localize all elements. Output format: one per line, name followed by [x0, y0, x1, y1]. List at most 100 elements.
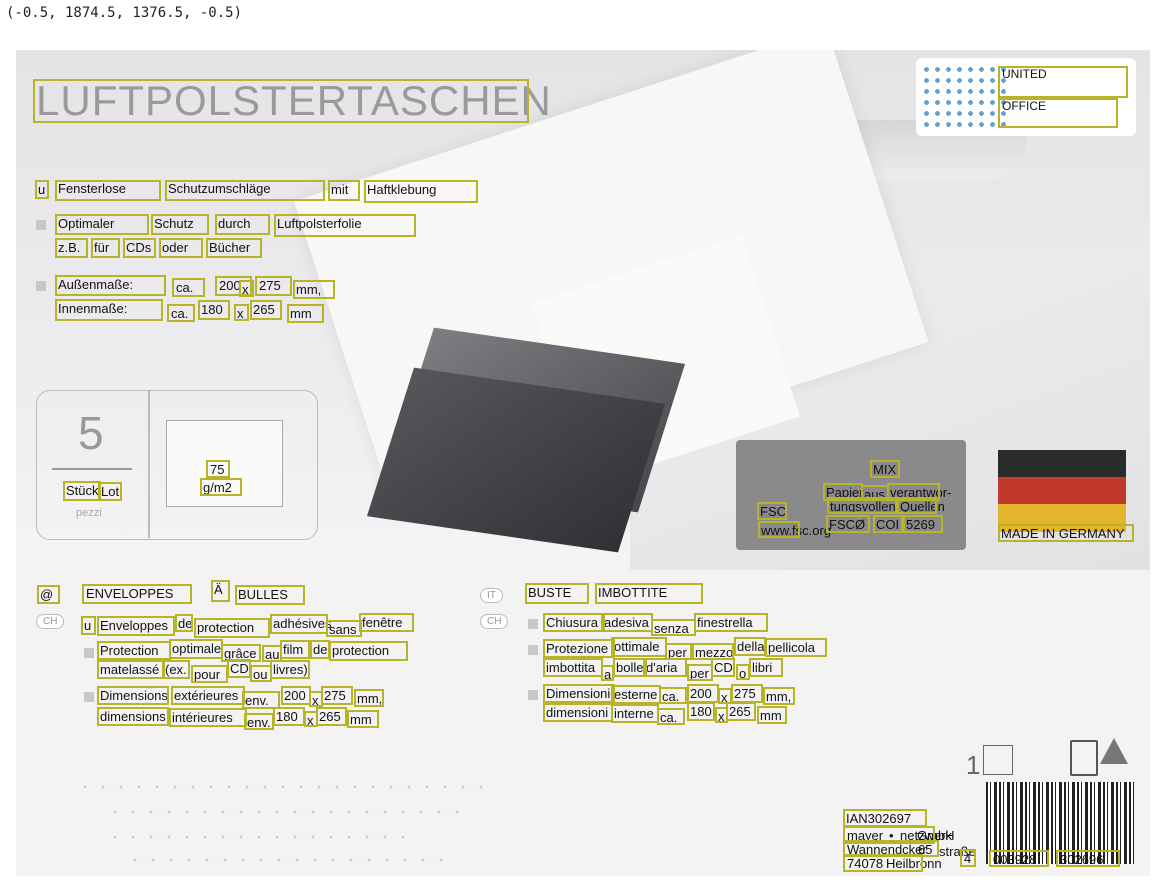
text-box — [711, 658, 735, 677]
text-box — [274, 214, 416, 237]
text-box — [97, 707, 169, 726]
trash-bin-icon — [1070, 740, 1098, 776]
text-box — [81, 616, 96, 635]
text-box — [749, 658, 783, 677]
text-box — [543, 658, 603, 677]
it-badge: IT — [480, 588, 503, 603]
text-box — [206, 238, 262, 258]
text-box — [200, 478, 242, 496]
bullet-square-icon — [36, 281, 46, 291]
quantity-number: 5 — [78, 407, 104, 459]
text-box — [736, 664, 750, 680]
text-box — [169, 708, 247, 727]
text-box — [171, 686, 245, 705]
text-box — [215, 214, 270, 235]
text-box — [359, 613, 414, 632]
text-box — [903, 515, 943, 533]
quantity-word-pezzi: pezzi — [76, 507, 102, 519]
german-flag-icon — [998, 450, 1126, 532]
text-box — [329, 641, 408, 661]
text-box — [543, 639, 615, 658]
text-box — [33, 79, 529, 123]
text-box — [175, 614, 193, 632]
text-box — [55, 299, 163, 321]
text-box — [347, 710, 379, 728]
text-box — [63, 481, 101, 501]
text-box — [897, 497, 937, 514]
text-box — [165, 180, 325, 201]
dot-pattern — [76, 785, 496, 789]
bullet-square-icon — [84, 692, 94, 702]
text-box — [757, 502, 787, 520]
text-box — [198, 300, 230, 320]
dot-pattern — [106, 810, 466, 814]
text-box — [281, 686, 311, 705]
text-box — [316, 707, 347, 726]
text-box — [123, 238, 156, 258]
text-box — [998, 98, 1118, 128]
text-box — [694, 613, 768, 632]
text-box — [998, 66, 1128, 98]
text-box — [159, 238, 203, 258]
text-box — [328, 180, 360, 201]
text-box — [734, 637, 766, 656]
text-box — [870, 460, 900, 478]
text-box — [211, 580, 230, 602]
text-box — [55, 275, 166, 296]
text-box — [543, 613, 605, 632]
count-square-icon — [983, 745, 1013, 775]
text-box — [687, 664, 713, 681]
text-box — [162, 660, 190, 679]
text-box — [758, 521, 800, 538]
text-box — [843, 854, 923, 872]
text-box — [234, 304, 249, 321]
text-box — [354, 689, 384, 707]
text-box — [326, 620, 362, 637]
text-box — [206, 460, 230, 478]
text-box — [255, 276, 292, 296]
text-box — [611, 704, 659, 723]
text-box — [55, 180, 161, 201]
bullet-square-icon — [528, 645, 538, 655]
text-box — [765, 638, 827, 657]
text-box — [643, 658, 687, 677]
text-box — [321, 686, 353, 705]
text-box — [55, 214, 149, 235]
text-box — [873, 515, 903, 533]
text-box — [91, 238, 120, 258]
text-box — [35, 180, 49, 199]
text-box — [227, 659, 251, 678]
dot-pattern — [126, 858, 456, 862]
text-box — [726, 702, 756, 721]
text-box — [97, 616, 175, 636]
dot-pattern — [106, 835, 406, 839]
text-box — [280, 640, 310, 659]
text-box — [543, 703, 613, 722]
text-box — [37, 585, 60, 604]
text-box — [1056, 850, 1120, 867]
text-box — [151, 214, 209, 235]
text-box — [239, 280, 254, 297]
text-box — [55, 238, 88, 258]
text-box — [843, 809, 927, 827]
text-box — [97, 686, 169, 705]
text-box — [235, 585, 305, 605]
text-box — [651, 619, 696, 636]
text-box — [250, 300, 282, 320]
text-box — [273, 707, 305, 726]
bullet-square-icon — [528, 690, 538, 700]
text-box — [960, 849, 976, 867]
text-box — [172, 278, 205, 297]
text-box — [659, 687, 687, 704]
text-box — [525, 583, 589, 604]
text-box — [989, 850, 1049, 867]
text-box — [191, 665, 228, 683]
text-box — [826, 515, 870, 533]
text-box — [270, 660, 310, 679]
text-box — [194, 618, 270, 638]
text-box — [82, 584, 192, 604]
text-box — [310, 640, 330, 659]
text-box — [998, 524, 1134, 542]
text-box — [167, 304, 195, 322]
quantity-line — [52, 468, 132, 470]
